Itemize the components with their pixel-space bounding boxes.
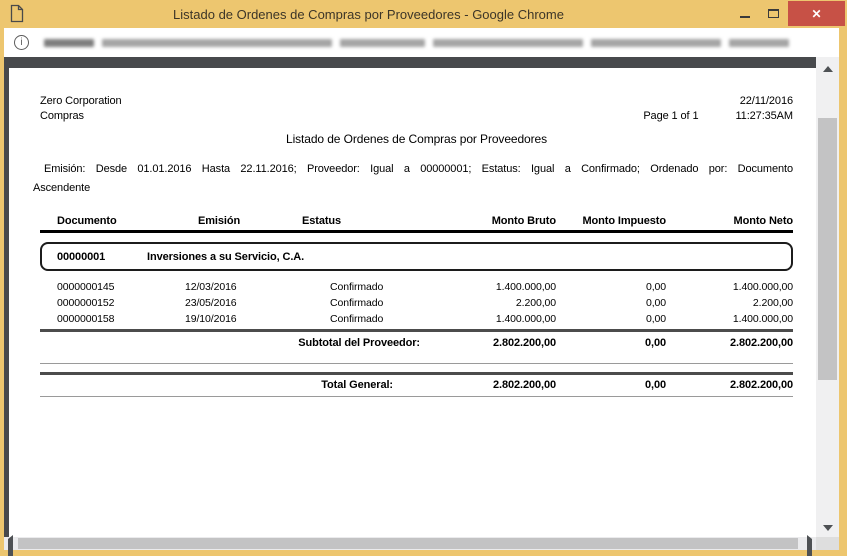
col-header-monto-neto: Monto Neto: [733, 215, 794, 227]
cell-monto-neto: 1.400.000,00: [732, 281, 793, 293]
col-header-documento: Documento: [57, 215, 117, 227]
subtotal-row: Subtotal del Proveedor: 2.802.200,00 0,0…: [40, 335, 793, 351]
page-info-icon[interactable]: i: [14, 35, 29, 50]
cell-estatus: Confirmado: [330, 297, 384, 309]
cell-emision: 12/03/2016: [185, 281, 237, 293]
scroll-up-icon: [822, 66, 833, 72]
subtotal-rule: [40, 329, 793, 332]
page-number: Page 1 of 1: [643, 110, 699, 122]
header-rule: [40, 230, 793, 233]
vertical-scrollbar[interactable]: [816, 57, 839, 537]
report-date: 22/11/2016: [739, 95, 793, 107]
scroll-down-button[interactable]: [816, 525, 839, 531]
provider-group-box: 00000001 Inversiones a su Servicio, C.A.: [40, 242, 793, 271]
col-header-monto-bruto: Monto Bruto: [491, 215, 556, 227]
report-content: Zero Corporation Compras 22/11/2016 Page…: [9, 68, 816, 397]
table-header-row: Documento Emisión Estatus Monto Bruto Mo…: [40, 214, 793, 228]
module-name: Compras: [40, 110, 84, 122]
report-header: Zero Corporation Compras 22/11/2016 Page…: [40, 94, 793, 124]
table-body: 0000000145 12/03/2016 Confirmado 1.400.0…: [40, 279, 793, 327]
cell-documento: 0000000152: [57, 297, 115, 309]
cell-documento: 0000000158: [57, 313, 115, 325]
table-row: 0000000145 12/03/2016 Confirmado 1.400.0…: [40, 279, 793, 295]
url-blurred-text: [44, 38, 789, 47]
provider-code: 00000001: [57, 250, 106, 263]
scroll-right-icon: [807, 535, 812, 556]
scroll-down-icon: [822, 525, 833, 531]
cell-monto-neto: 1.400.000,00: [732, 313, 793, 325]
total-monto-impuesto: 0,00: [644, 379, 666, 391]
cell-monto-bruto: 2.200,00: [515, 297, 556, 309]
report-time: 11:27:35AM: [735, 110, 793, 122]
maximize-icon: [768, 9, 779, 18]
col-header-monto-impuesto: Monto Impuesto: [582, 215, 666, 227]
table-row: 0000000158 19/10/2016 Confirmado 1.400.0…: [40, 311, 793, 327]
cell-emision: 23/05/2016: [185, 297, 237, 309]
window-controls: ✕: [730, 1, 845, 26]
titlebar[interactable]: Listado de Ordenes de Compras por Provee…: [0, 0, 847, 28]
scrollbar-corner: [816, 537, 839, 550]
report-title: Listado de Ordenes de Compras por Provee…: [286, 132, 547, 146]
col-header-estatus: Estatus: [302, 215, 342, 227]
table-row: 0000000152 23/05/2016 Confirmado 2.200,0…: [40, 295, 793, 311]
total-row: Total General: 2.802.200,00 0,00 2.802.2…: [40, 377, 793, 393]
cell-documento: 0000000145: [57, 281, 115, 293]
col-header-emision: Emisión: [198, 215, 241, 227]
horizontal-scroll-thumb[interactable]: [18, 538, 798, 549]
minimize-icon: [739, 15, 750, 18]
vertical-scroll-thumb[interactable]: [818, 118, 837, 380]
address-bar[interactable]: i: [4, 28, 839, 57]
divider-rule: [40, 363, 793, 364]
scroll-left-button[interactable]: [8, 535, 13, 556]
cell-monto-impuesto: 0,00: [645, 313, 666, 325]
cell-emision: 19/10/2016: [185, 313, 237, 325]
horizontal-scrollbar[interactable]: [4, 535, 816, 556]
total-monto-bruto: 2.802.200,00: [492, 379, 556, 391]
total-rule: [40, 372, 793, 375]
subtotal-monto-neto: 2.802.200,00: [729, 337, 793, 349]
cell-monto-bruto: 1.400.000,00: [495, 281, 556, 293]
filter-line-1: Emisión: Desde 01.01.2016 Hasta 22.11.20…: [44, 163, 793, 175]
provider-name: Inversiones a su Servicio, C.A.: [147, 250, 305, 263]
close-button[interactable]: ✕: [788, 1, 845, 26]
scroll-right-button[interactable]: [807, 535, 812, 556]
bottom-rule: [40, 396, 793, 397]
cell-monto-impuesto: 0,00: [645, 297, 666, 309]
browser-viewport: Zero Corporation Compras 22/11/2016 Page…: [4, 57, 839, 556]
cell-monto-impuesto: 0,00: [645, 281, 666, 293]
close-icon: ✕: [811, 6, 822, 21]
scroll-left-icon: [8, 535, 13, 556]
minimize-button[interactable]: [730, 1, 759, 26]
window-title: Listado de Ordenes de Compras por Provee…: [173, 6, 564, 22]
subtotal-monto-bruto: 2.802.200,00: [492, 337, 556, 349]
total-monto-neto: 2.802.200,00: [729, 379, 793, 391]
total-label: Total General:: [321, 379, 393, 391]
subtotal-monto-impuesto: 0,00: [644, 337, 666, 349]
document-page-icon: [10, 4, 24, 28]
report-page: Zero Corporation Compras 22/11/2016 Page…: [9, 68, 816, 537]
filter-criteria: Emisión: Desde 01.01.2016 Hasta 22.11.20…: [33, 160, 793, 198]
scroll-up-button[interactable]: [816, 66, 839, 72]
cell-estatus: Confirmado: [330, 313, 384, 325]
cell-monto-neto: 2.200,00: [752, 297, 793, 309]
cell-monto-bruto: 1.400.000,00: [495, 313, 556, 325]
cell-estatus: Confirmado: [330, 281, 384, 293]
filter-line-2: Ascendente: [33, 182, 91, 194]
subtotal-label: Subtotal del Proveedor:: [298, 337, 420, 349]
company-name: Zero Corporation: [40, 95, 122, 107]
maximize-button[interactable]: [759, 1, 788, 26]
chrome-window: Listado de Ordenes de Compras por Provee…: [0, 0, 847, 556]
